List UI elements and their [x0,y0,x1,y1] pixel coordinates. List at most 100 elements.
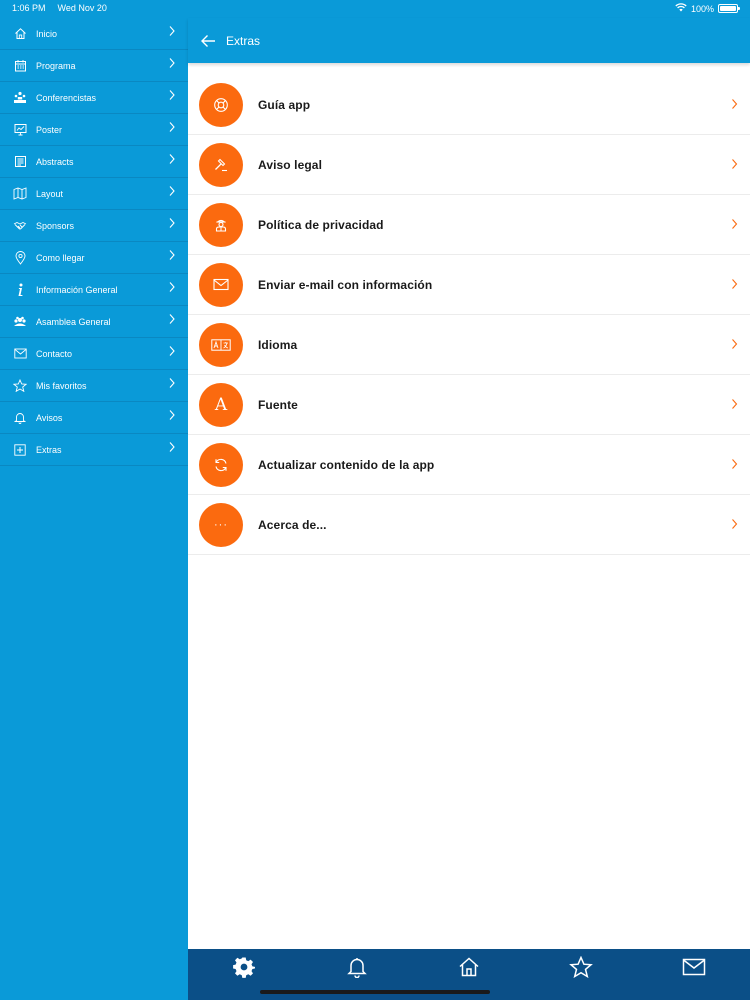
status-time: 1:06 PM [12,3,46,13]
settings-icon [233,957,256,978]
back-arrow-icon[interactable] [200,34,216,48]
font-icon: A [199,382,243,427]
sidebar-item-abstracts[interactable]: Abstracts [0,146,188,178]
list-item-guia-app[interactable]: Guía app [188,75,750,135]
list-item-fuente[interactable]: A Fuente [188,375,750,435]
list-item-label: Aviso legal [258,157,323,172]
chevron-right-icon [169,346,175,356]
envelope-icon [199,262,243,307]
list-item-label: Fuente [258,397,298,412]
sidebar-item-asamblea-general[interactable]: Asamblea General [0,306,188,338]
home-indicator [260,990,490,994]
translate-icon [199,322,243,367]
list-item-enviar-email[interactable]: Enviar e-mail con información [188,255,750,315]
chevron-right-icon [169,26,175,36]
sidebar-item-mis-favoritos[interactable]: Mis favoritos [0,370,188,402]
list-item-label: Actualizar contenido de la app [258,457,435,472]
sidebar-item-informacion-general[interactable]: Información General [0,274,188,306]
sidebar-item-label: Información General [36,284,118,295]
bell-icon [13,411,27,425]
chevron-right-icon [169,282,175,292]
sidebar-item-label: Programa [36,60,76,71]
list-item-label: Guía app [258,97,311,112]
sidebar-item-conferencistas[interactable]: Conferencistas [0,82,188,114]
chevron-right-icon [732,519,738,529]
poster-icon [13,123,27,137]
sidebar-item-label: Extras [36,444,62,455]
chevron-right-icon [169,122,175,132]
chevron-right-icon [169,250,175,260]
sidebar-item-extras[interactable]: Extras [0,434,188,466]
list-item-politica-de-privacidad[interactable]: Política de privacidad [188,195,750,255]
sidebar-item-programa[interactable]: Programa [0,50,188,82]
speakers-icon [13,91,27,105]
chevron-right-icon [169,410,175,420]
sidebar-item-avisos[interactable]: Avisos [0,402,188,434]
navigation-header: Extras [188,18,750,63]
star-icon [13,379,27,393]
sidebar-item-inicio[interactable]: Inicio [0,18,188,50]
battery-icon [718,4,740,13]
ellipsis-glyph: ··· [214,518,228,531]
font-icon-glyph: A [214,394,228,415]
list-item-aviso-legal[interactable]: Aviso legal [188,135,750,195]
chevron-right-icon [732,159,738,169]
list-item-actualizar-contenido[interactable]: Actualizar contenido de la app [188,435,750,495]
refresh-icon [199,442,243,487]
chevron-right-icon [169,154,175,164]
sidebar-item-label: Asamblea General [36,316,111,327]
lifebuoy-icon [199,82,243,127]
sidebar-item-label: Conferencistas [36,92,97,103]
handshake-icon [13,219,27,233]
wifi-icon [675,3,687,14]
assembly-icon [13,315,27,329]
info-icon [13,283,27,297]
sidebar-item-contacto[interactable]: Contacto [0,338,188,370]
envelope-icon [13,347,27,361]
sidebar-item-como-llegar[interactable]: Como llegar [0,242,188,274]
chevron-right-icon [732,99,738,109]
list-item-idioma[interactable]: Idioma [188,315,750,375]
page-title: Extras [226,33,261,48]
chevron-right-icon [169,314,175,324]
chevron-right-icon [169,186,175,196]
sidebar-item-layout[interactable]: Layout [0,178,188,210]
sidebar-item-label: Layout [36,188,64,199]
extras-list: Guía app Aviso legal Política de privaci… [188,75,750,555]
chevron-right-icon [169,58,175,68]
status-date: Wed Nov 20 [57,3,107,13]
location-pin-icon [13,250,27,265]
star-icon [569,956,594,978]
status-bar: 1:06 PM Wed Nov 20 100% [0,0,750,18]
sidebar-item-label: Contacto [36,348,73,359]
calendar-icon [13,59,27,73]
tab-settings[interactable] [231,955,257,979]
gavel-icon [199,142,243,187]
ellipsis-icon: ··· [199,502,243,547]
chevron-right-icon [732,339,738,349]
home-icon [459,957,479,977]
battery-percent: 100% [690,3,714,14]
envelope-icon [682,958,705,976]
sidebar-item-poster[interactable]: Poster [0,114,188,146]
sidebar-item-label: Sponsors [36,220,75,231]
chevron-right-icon [732,219,738,229]
tab-contacto[interactable] [681,955,707,979]
list-item-acerca-de[interactable]: ··· Acerca de... [188,495,750,555]
list-item-label: Idioma [258,337,298,352]
main-content: Guía app Aviso legal Política de privaci… [188,63,750,949]
tab-inicio[interactable] [456,955,482,979]
chevron-right-icon [732,279,738,289]
document-icon [13,155,27,169]
sidebar-item-sponsors[interactable]: Sponsors [0,210,188,242]
tab-avisos[interactable] [344,955,370,979]
tab-favoritos[interactable] [568,955,594,979]
home-icon [13,27,27,41]
bell-icon [346,958,367,978]
list-item-label: Enviar e-mail con información [258,277,433,292]
map-icon [13,187,27,201]
list-item-label: Acerca de... [258,517,327,532]
privacy-agent-icon [199,202,243,247]
chevron-right-icon [732,399,738,409]
sidebar-item-label: Inicio [36,28,58,39]
